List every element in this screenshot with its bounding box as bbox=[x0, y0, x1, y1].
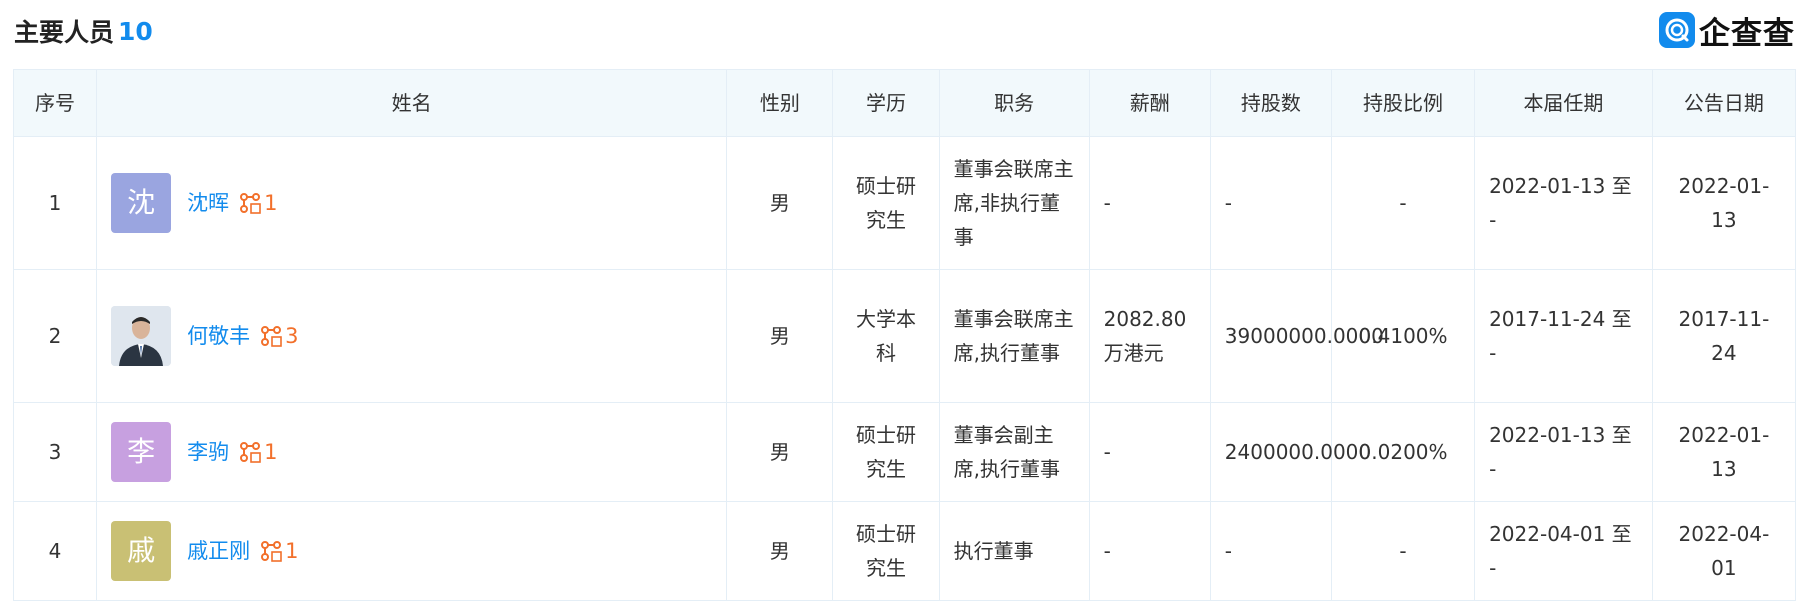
relation-count: 1 bbox=[264, 191, 278, 215]
share-ratio: - bbox=[1330, 501, 1476, 601]
qichacha-logo[interactable]: 企查查 bbox=[1659, 10, 1795, 52]
name-cell: 戚 戚正刚 1 bbox=[96, 501, 728, 601]
name-cell: 沈 沈晖 1 bbox=[96, 136, 728, 270]
shares: - bbox=[1209, 501, 1332, 601]
row-index: 3 bbox=[12, 402, 98, 502]
gender: 男 bbox=[726, 269, 834, 403]
col-header-salary: 薪酬 bbox=[1088, 69, 1211, 137]
relation-graph-icon bbox=[240, 193, 261, 214]
table-row: 3 李 李驹 1 男 硕士研究生 董事会副主席,执行董事 - 2400000.0… bbox=[12, 402, 1797, 502]
salary: - bbox=[1088, 402, 1211, 502]
position: 董事会副主席,执行董事 bbox=[938, 402, 1090, 502]
salary: - bbox=[1088, 136, 1211, 270]
relation-badge[interactable]: 1 bbox=[239, 186, 277, 220]
shares: 2400000.0000 bbox=[1209, 402, 1371, 502]
position: 执行董事 bbox=[938, 501, 1090, 601]
gender: 男 bbox=[726, 136, 834, 270]
relation-count: 1 bbox=[264, 440, 278, 464]
term: 2022-01-13 至 - bbox=[1474, 136, 1653, 270]
position: 董事会联席主席,执行董事 bbox=[938, 269, 1090, 403]
term: 2022-01-13 至 - bbox=[1474, 402, 1653, 502]
row-index: 2 bbox=[12, 269, 98, 403]
announce-date: 2022-01-13 bbox=[1651, 402, 1797, 502]
relation-badge[interactable]: 3 bbox=[260, 319, 298, 353]
table-row: 2 何敬丰 3 男 大学本科 董事会联席主席,执行董事 2082.80万港元 3… bbox=[12, 269, 1797, 403]
table-row: 4 戚 戚正刚 1 男 硕士研究生 执行董事 - - - 2022-04-01 … bbox=[12, 501, 1797, 601]
shares: 39000000.0000 bbox=[1209, 269, 1384, 403]
education: 硕士研究生 bbox=[832, 501, 940, 601]
col-header-share-ratio: 持股比例 bbox=[1330, 69, 1476, 137]
relation-count: 3 bbox=[285, 324, 299, 348]
personnel-table: 序号 姓名 性别 学历 职务 薪酬 持股数 持股比例 本届任期 公告日期 1 沈… bbox=[12, 69, 1797, 601]
announce-date: 2022-01-13 bbox=[1651, 136, 1797, 270]
row-index: 1 bbox=[12, 136, 98, 270]
announce-date: 2022-04-01 bbox=[1651, 501, 1797, 601]
announce-date: 2017-11-24 bbox=[1651, 269, 1797, 403]
avatar[interactable]: 戚 bbox=[111, 521, 172, 581]
name-cell: 李 李驹 1 bbox=[96, 402, 728, 502]
section-count: 10 bbox=[118, 16, 153, 46]
logo-text: 企查查 bbox=[1699, 15, 1795, 52]
relation-graph-icon bbox=[261, 326, 282, 347]
share-ratio: - bbox=[1330, 136, 1476, 270]
position: 董事会联席主席,非执行董事 bbox=[938, 136, 1090, 270]
gender: 男 bbox=[726, 402, 834, 502]
avatar[interactable]: 沈 bbox=[111, 173, 172, 233]
section-title: 主要人员 bbox=[14, 18, 115, 47]
salary: 2082.80万港元 bbox=[1088, 269, 1211, 403]
avatar[interactable]: 李 bbox=[111, 422, 172, 482]
relation-graph-icon bbox=[261, 541, 282, 562]
education: 大学本科 bbox=[832, 269, 940, 403]
term: 2017-11-24 至 - bbox=[1474, 269, 1653, 403]
shares: - bbox=[1209, 136, 1332, 270]
person-photo-icon bbox=[111, 306, 172, 366]
col-header-shares: 持股数 bbox=[1209, 69, 1332, 137]
person-name-link[interactable]: 何敬丰 bbox=[187, 319, 250, 353]
name-cell: 何敬丰 3 bbox=[96, 269, 728, 403]
qichacha-logo-icon bbox=[1659, 12, 1695, 48]
gender: 男 bbox=[726, 501, 834, 601]
relation-badge[interactable]: 1 bbox=[239, 435, 277, 469]
col-header-position: 职务 bbox=[938, 69, 1090, 137]
person-name-link[interactable]: 沈晖 bbox=[187, 186, 229, 220]
education: 硕士研究生 bbox=[832, 136, 940, 270]
col-header-name: 姓名 bbox=[96, 69, 728, 137]
relation-graph-icon bbox=[240, 442, 261, 463]
term: 2022-04-01 至 - bbox=[1474, 501, 1653, 601]
col-header-announce-date: 公告日期 bbox=[1651, 69, 1797, 137]
avatar-photo[interactable] bbox=[111, 306, 172, 366]
section-header: 主要人员 10 bbox=[14, 12, 153, 50]
table-row: 1 沈 沈晖 1 男 硕士研究生 董事会联席主席,非执行董事 - - - 202… bbox=[12, 136, 1797, 270]
col-header-term: 本届任期 bbox=[1474, 69, 1653, 137]
relation-count: 1 bbox=[285, 539, 299, 563]
col-header-index: 序号 bbox=[12, 69, 98, 137]
person-name-link[interactable]: 李驹 bbox=[187, 435, 229, 469]
row-index: 4 bbox=[12, 501, 98, 601]
person-name-link[interactable]: 戚正刚 bbox=[187, 534, 250, 568]
col-header-gender: 性别 bbox=[726, 69, 834, 137]
table-header-row: 序号 姓名 性别 学历 职务 薪酬 持股数 持股比例 本届任期 公告日期 bbox=[12, 69, 1797, 137]
col-header-education: 学历 bbox=[832, 69, 940, 137]
education: 硕士研究生 bbox=[832, 402, 940, 502]
relation-badge[interactable]: 1 bbox=[260, 534, 298, 568]
salary: - bbox=[1088, 501, 1211, 601]
